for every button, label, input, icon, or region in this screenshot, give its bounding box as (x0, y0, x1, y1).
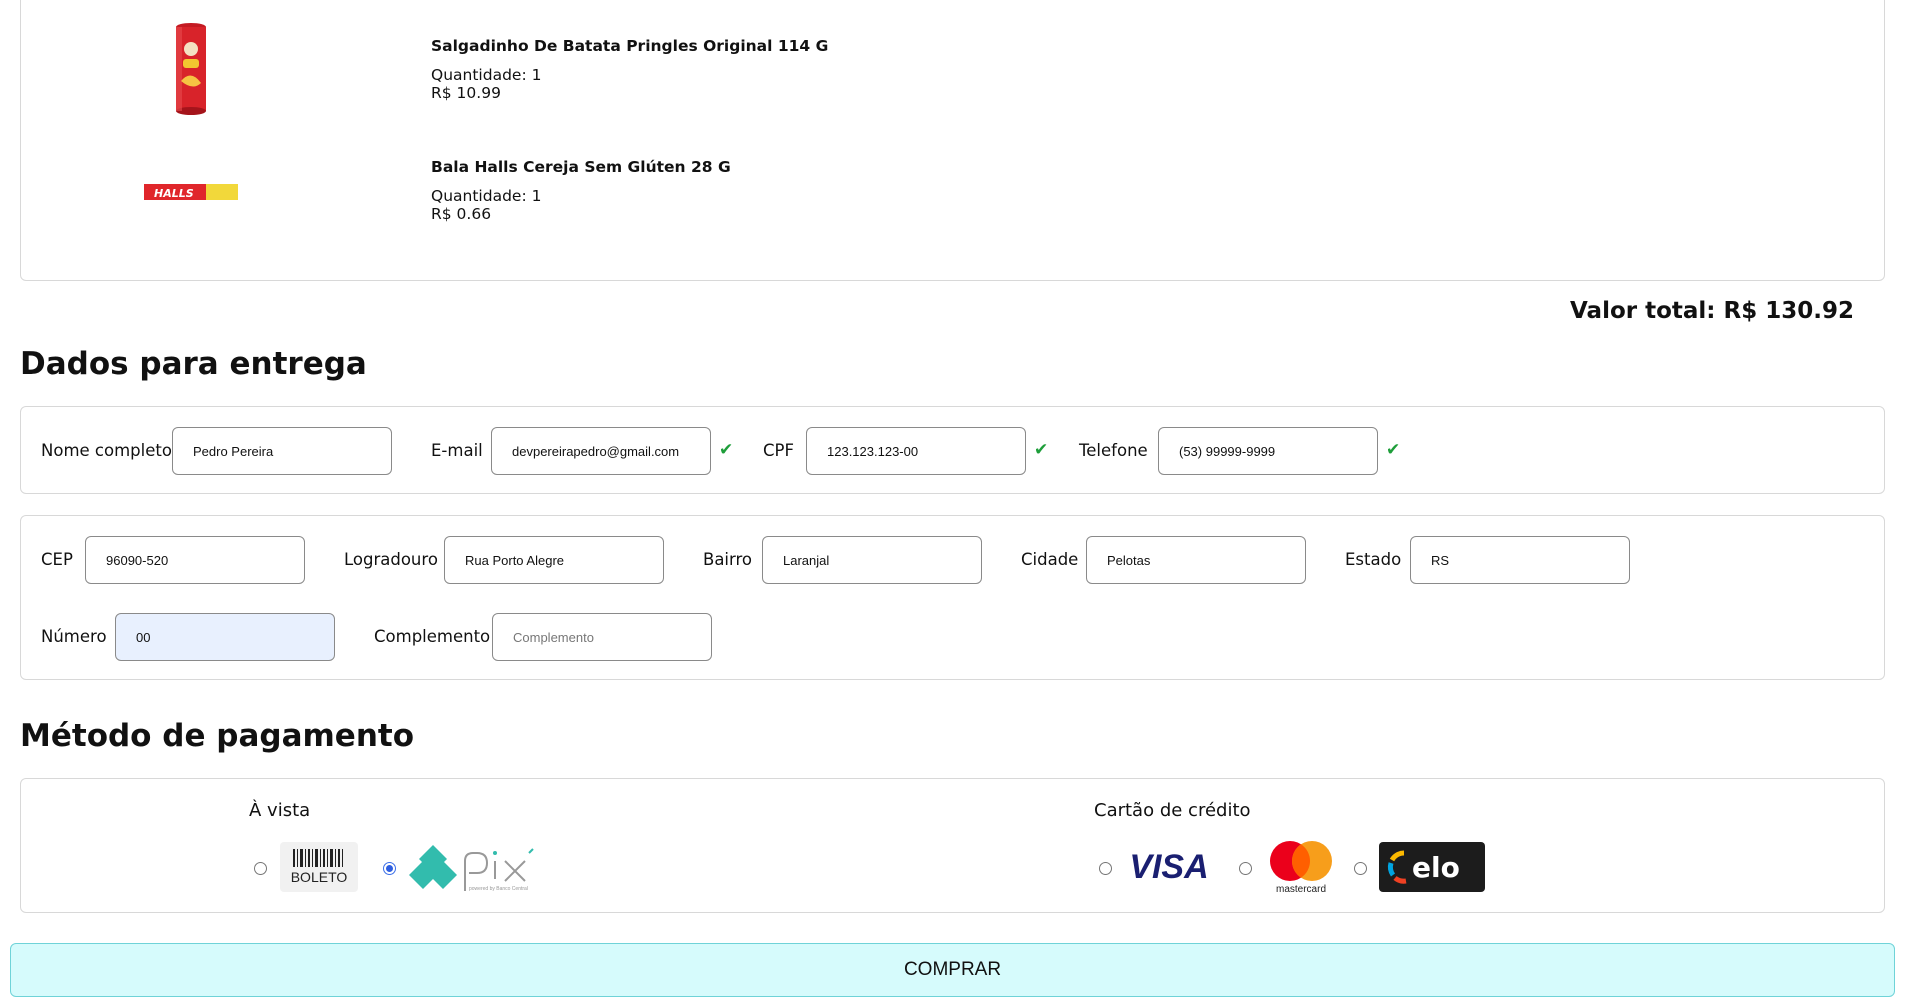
payment-section-title: Método de pagamento (20, 718, 415, 754)
phone-label: Telefone (1079, 441, 1148, 460)
visa-radio[interactable] (1099, 862, 1112, 875)
number-input[interactable] (115, 613, 335, 661)
email-label: E-mail (431, 441, 483, 460)
street-input[interactable] (444, 536, 664, 584)
phone-valid-check-icon: ✔ (1386, 440, 1401, 460)
elo-text: elo (1412, 851, 1460, 884)
email-input[interactable] (491, 427, 711, 475)
boleto-logo[interactable]: BOLETO (280, 842, 358, 892)
complement-input[interactable] (492, 613, 712, 661)
halls-logo-text: HALLS (154, 187, 194, 200)
cart-item-quantity: Quantidade: 1 (431, 66, 542, 84)
cart-item-price: R$ 0.66 (431, 205, 492, 223)
visa-text: VISA (1129, 848, 1208, 886)
pringles-can-icon (126, 19, 256, 119)
elo-radio[interactable] (1354, 862, 1367, 875)
cart-item: Salgadinho De Batata Pringles Original 1… (21, 19, 1884, 139)
mastercard-radio[interactable] (1239, 862, 1252, 875)
name-input[interactable] (172, 427, 392, 475)
halls-pack-icon: HALLS (126, 142, 256, 242)
contact-card: Nome completo E-mail ✔ CPF ✔ Telefone ✔ (20, 406, 1885, 494)
street-label: Logradouro (344, 550, 438, 569)
pix-logo[interactable]: powered by Banco Central (407, 839, 555, 895)
name-label: Nome completo (41, 441, 172, 460)
cart-item-quantity: Quantidade: 1 (431, 187, 542, 205)
number-label: Número (41, 627, 107, 646)
buy-button[interactable]: COMPRAR (10, 943, 1895, 997)
state-label: Estado (1345, 550, 1402, 569)
visa-logo[interactable]: VISA (1123, 842, 1215, 892)
cash-group-label: À vista (249, 800, 311, 821)
cart-item-price: R$ 10.99 (431, 84, 501, 102)
cpf-label: CPF (763, 441, 794, 460)
pix-tagline: powered by Banco Central (469, 886, 528, 892)
cep-label: CEP (41, 550, 73, 569)
complement-label: Complemento (374, 627, 491, 646)
state-input[interactable] (1410, 536, 1630, 584)
district-label: Bairro (703, 550, 753, 569)
cep-input[interactable] (85, 536, 305, 584)
order-total: Valor total: R$ 130.92 (1570, 298, 1854, 324)
city-input[interactable] (1086, 536, 1306, 584)
payment-card: À vista BOLETO powered by Banco Central … (20, 778, 1885, 913)
cart-item-name: Salgadinho De Batata Pringles Original 1… (431, 37, 829, 55)
cart-item-info: Salgadinho De Batata Pringles Original 1… (431, 37, 828, 102)
city-label: Cidade (1021, 550, 1079, 569)
delivery-section-title: Dados para entrega (20, 346, 367, 382)
mastercard-text: mastercard (1276, 884, 1326, 895)
email-valid-check-icon: ✔ (719, 440, 734, 460)
phone-input[interactable] (1158, 427, 1378, 475)
mastercard-logo[interactable]: mastercard (1261, 839, 1341, 895)
cart-item: HALLS Bala Halls Cereja Sem Glúten 28 G … (21, 142, 1884, 262)
cart-item-info: Bala Halls Cereja Sem Glúten 28 G Quanti… (431, 158, 731, 223)
boleto-radio[interactable] (254, 862, 267, 875)
address-card: CEP Logradouro Bairro Cidade Estado Núme… (20, 515, 1885, 680)
boleto-text: BOLETO (291, 869, 348, 885)
cpf-valid-check-icon: ✔ (1034, 440, 1049, 460)
pix-radio[interactable] (383, 862, 396, 875)
elo-logo[interactable]: elo (1379, 842, 1485, 892)
cpf-input[interactable] (806, 427, 1026, 475)
cart-item-name: Bala Halls Cereja Sem Glúten 28 G (431, 158, 731, 176)
district-input[interactable] (762, 536, 982, 584)
cart-card: Salgadinho De Batata Pringles Original 1… (20, 0, 1885, 281)
credit-group-label: Cartão de crédito (1094, 800, 1251, 821)
